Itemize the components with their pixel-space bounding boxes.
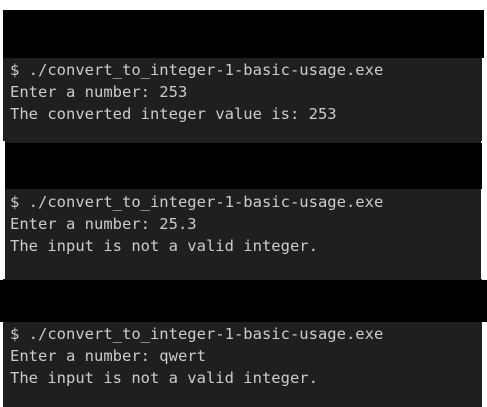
terminal-1-command-line: $ ./convert_to_integer-1-basic-usage.exe — [10, 61, 384, 79]
terminal-1-input-line: Enter a number: 253 — [10, 83, 188, 101]
terminal-3-input-line: Enter a number: qwert — [10, 347, 206, 365]
redacted-block-3 — [0, 280, 487, 322]
terminal-2-command-line: $ ./convert_to_integer-1-basic-usage.exe — [10, 193, 384, 211]
redacted-block-2 — [5, 143, 482, 189]
terminal-3-command-line: $ ./convert_to_integer-1-basic-usage.exe — [10, 325, 384, 343]
terminal-1-output-line: The converted integer value is: 253 — [10, 105, 337, 123]
redacted-block-1 — [3, 10, 484, 58]
terminal-3-output-line: The input is not a valid integer. — [10, 369, 318, 387]
terminal-2-input-line: Enter a number: 25.3 — [10, 215, 197, 233]
terminal-2-output-line: The input is not a valid integer. — [10, 237, 318, 255]
